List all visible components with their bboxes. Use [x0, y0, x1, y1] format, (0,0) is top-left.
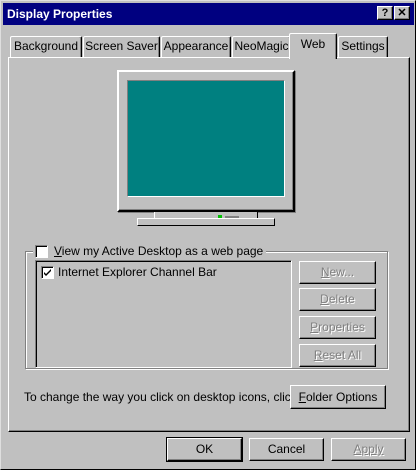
tab-screen-saver[interactable]: Screen Saver	[83, 36, 160, 57]
delete-button[interactable]: Delete	[299, 288, 376, 311]
window-title: Display Properties	[7, 7, 113, 21]
help-button[interactable]: ?	[377, 6, 393, 20]
tab-background[interactable]: Background	[10, 36, 82, 57]
desktop-preview-screen	[127, 80, 285, 197]
active-desktop-checkbox[interactable]	[35, 244, 48, 258]
tab-web[interactable]: Web	[289, 33, 337, 59]
cancel-button[interactable]: Cancel	[249, 438, 324, 461]
properties-button[interactable]: Properties	[299, 316, 376, 339]
active-desktop-toggle[interactable]: View my Active Desktop as a web page	[33, 244, 267, 258]
channel-bar-checkbox[interactable]	[41, 265, 54, 279]
checkmark-icon	[44, 268, 51, 276]
new-button[interactable]: New...	[299, 261, 376, 284]
channel-bar-label: Internet Explorer Channel Bar	[58, 265, 217, 279]
display-properties-window: Display Properties ? ✕ Background Screen…	[0, 0, 416, 470]
ok-button[interactable]: OK	[166, 437, 243, 462]
power-led-icon	[218, 215, 222, 218]
apply-button[interactable]: Apply	[331, 438, 406, 461]
active-desktop-label: View my Active Desktop as a web page	[54, 244, 264, 258]
monitor-base	[137, 218, 275, 226]
tab-appearance[interactable]: Appearance	[161, 36, 231, 57]
tab-settings[interactable]: Settings	[338, 36, 388, 57]
reset-all-button[interactable]: Reset All	[299, 344, 376, 367]
monitor-slot	[225, 216, 239, 218]
folder-options-prompt: To change the way you click on desktop i…	[24, 390, 301, 404]
title-bar[interactable]: Display Properties ? ✕	[3, 3, 414, 25]
tab-neomagic[interactable]: NeoMagic	[232, 36, 291, 57]
list-item[interactable]: Internet Explorer Channel Bar	[41, 265, 217, 279]
close-button[interactable]: ✕	[394, 6, 410, 20]
folder-options-button[interactable]: Folder Options	[290, 385, 386, 409]
desktop-items-list[interactable]: Internet Explorer Channel Bar	[35, 260, 292, 368]
